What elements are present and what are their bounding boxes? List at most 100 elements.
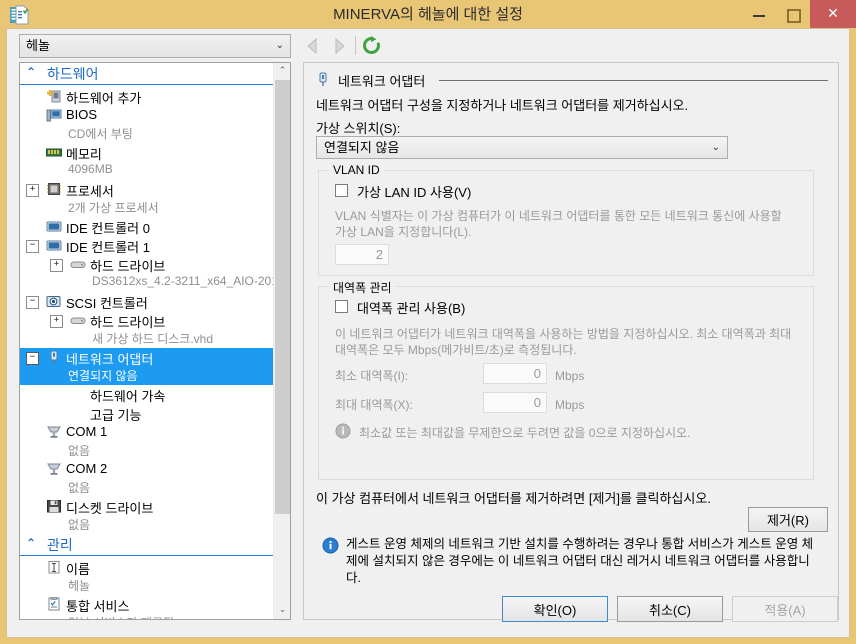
cancel-button-label: 취소(C) [649,602,691,618]
tree-node[interactable]: + 하드 드라이브 [20,311,273,330]
refresh-button[interactable] [361,35,382,56]
tree-node[interactable]: 이름 [20,558,273,577]
tree-node[interactable]: − SCSI 컨트롤러 [20,292,273,311]
ok-button[interactable]: 확인(O) [502,596,608,622]
bandwidth-group-title: 대역폭 관리 [329,279,396,296]
cancel-button[interactable]: 취소(C) [617,596,723,622]
close-button[interactable]: ✕ [810,0,856,28]
virtual-switch-label: 가상 스위치(S): [316,121,401,136]
tree-node-sub[interactable]: 없음 [20,442,273,460]
apply-button-label: 적용(A) [764,602,806,618]
tree-expander[interactable]: − [26,240,39,253]
tree-node-sub[interactable]: CD에서 부팅 [20,125,273,143]
nav-back-button[interactable] [303,36,323,56]
tree-expander[interactable]: − [26,296,39,309]
title-bar: MINERVA의 헤놀에 대한 설정 ✕ [0,0,856,30]
tree-node-label: 메모리 [66,147,102,162]
tree-scrollbar[interactable]: ⌃ ⌄ [273,63,290,619]
tree-node-sub[interactable]: 헤놀 [20,577,273,595]
tree-group-header[interactable]: ⌃ 하드웨어 [20,63,273,85]
tree-node-sublabel: 4096MB [68,162,113,176]
min-bandwidth-input[interactable]: 0 [483,363,547,384]
vlan-id-input[interactable]: 2 [335,244,389,265]
tree-node[interactable]: IDE 컨트롤러 0 [20,217,273,236]
remove-button[interactable]: 제거(R) [748,507,828,532]
tree-node-sub[interactable]: 연결되지 않음 [20,367,273,385]
window-title: MINERVA의 헤놀에 대한 설정 [333,6,523,23]
chevron-left-icon [307,37,317,55]
tree-node-label: COM 1 [66,424,108,439]
maximize-button[interactable] [772,0,814,28]
tree-node-sublabel: 2개 가상 프로세서 [68,201,159,215]
bandwidth-enable-label[interactable]: 대역폭 관리 사용(B) [357,298,465,317]
tree-node-label: 고급 기능 [90,408,142,423]
bandwidth-enable-checkbox[interactable] [335,300,348,313]
tree-node-label: BIOS [66,107,98,122]
virtual-switch-dropdown[interactable]: 연결되지 않음 ⌄ [316,136,728,159]
apply-button[interactable]: 적용(A) [732,596,838,622]
ide-controller-icon [46,219,62,234]
com-port-icon [46,425,62,440]
tree-node[interactable]: − 네트워크 어댑터 [20,348,273,367]
max-bandwidth-input[interactable]: 0 [483,392,547,413]
scroll-down-arrow-icon[interactable]: ⌄ [274,602,290,619]
tree-node[interactable]: 하드웨어 추가 [20,87,273,106]
section-title: 네트워크 어댑터 [338,71,432,90]
tree-expander[interactable]: − [26,352,39,365]
vm-selector-dropdown[interactable]: 헤놀 ⌄ [19,34,291,58]
tree-expander[interactable]: + [26,184,39,197]
tree-node-sub[interactable]: 2개 가상 프로세서 [20,199,273,217]
tree-node-sub[interactable]: 새 가상 하드 디스크.vhd [20,330,273,348]
chevron-up-icon: ⌃ [26,65,37,79]
tree-node[interactable]: + 프로세서 [20,180,273,199]
tree-node-sub[interactable]: DS3612xs_4.2-3211_x64_AIO-201… [20,274,273,292]
tree-node[interactable]: 고급 기능 [20,404,273,423]
tree-node[interactable]: − IDE 컨트롤러 1 [20,236,273,255]
tree-node-sublabel: 없음 [68,481,91,495]
hard-drive-icon [70,313,86,328]
bandwidth-note-text: 최소값 또는 최대값을 무제한으로 두려면 값을 0으로 지정하십시오. [359,426,691,440]
min-bandwidth-unit: Mbps [555,369,585,383]
vm-selector-value: 헤놀 [26,38,50,53]
tree-node-sub[interactable]: 일부 서비스가 제공됨 [20,614,273,619]
vlan-enable-checkbox[interactable] [335,184,348,197]
max-bandwidth-value: 0 [533,395,541,410]
maximize-icon [787,9,801,23]
hard-drive-icon [70,257,86,272]
chevron-up-icon: ⌃ [26,536,37,550]
tree-node-sub[interactable]: 없음 [20,516,273,534]
tree-node[interactable]: COM 2 [20,460,273,479]
tree-node-sublabel: 헤놀 [68,579,91,593]
vlan-enable-label[interactable]: 가상 LAN ID 사용(V) [357,182,471,201]
tree-node[interactable]: BIOS [20,106,273,125]
tree-node[interactable]: 디스켓 드라이브 [20,497,273,516]
tree-node-sublabel: CD에서 부팅 [68,127,133,141]
tree-node-sublabel: 일부 서비스가 제공됨 [68,614,174,619]
settings-window: MINERVA의 헤놀에 대한 설정 ✕ 헤놀 ⌄ ⌃ 하드웨어 하드웨어 추가… [0,0,856,644]
tree-node[interactable]: 하드웨어 가속 [20,385,273,404]
tree-node[interactable]: 통합 서비스 [20,595,273,614]
vlan-help-text: VLAN 식별자는 이 가상 컴퓨터가 이 네트워크 어댑터를 통한 모든 네트… [335,209,782,239]
tree-node-sub[interactable]: 4096MB [20,162,273,180]
tree-node-label: COM 2 [66,461,108,476]
tree-node-sublabel: DS3612xs_4.2-3211_x64_AIO-201… [92,274,273,288]
hardware-tree-panel[interactable]: ⌃ 하드웨어하드웨어 추가 BIOS CD에서 부팅메모리 4096MB + 프로세서 2개 … [19,62,291,620]
scrollbar-thumb[interactable] [275,80,290,514]
nav-forward-button[interactable] [329,36,349,56]
tree-group-header[interactable]: ⌃ 관리 [20,534,273,556]
min-bandwidth-label: 최소 대역폭(I): [335,369,409,383]
tree-expander[interactable]: + [50,259,63,272]
tree-node[interactable]: COM 1 [20,423,273,442]
tree-node[interactable]: 메모리 [20,143,273,162]
tree-group-label: 하드웨어 [47,66,99,82]
info-icon [322,537,339,554]
tree-node-label: 통합 서비스 [66,599,130,614]
info-icon [335,423,351,439]
tree-expander[interactable]: + [50,315,63,328]
network-adapter-icon [316,72,330,88]
scroll-up-arrow-icon[interactable]: ⌃ [274,63,290,80]
tree-node-label: 네트워크 어댑터 [66,352,154,367]
tree-node-sub[interactable]: 없음 [20,479,273,497]
tree-node[interactable]: + 하드 드라이브 [20,255,273,274]
tree-node-label: 이름 [66,562,90,577]
